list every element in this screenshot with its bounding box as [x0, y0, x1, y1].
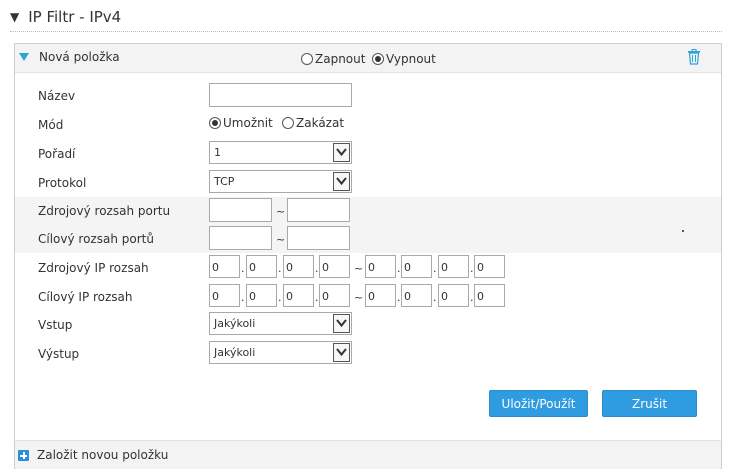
out-select[interactable]: Jakýkoli [209, 341, 352, 364]
dst-ip-end-octet-4[interactable]: 0 [474, 284, 505, 307]
expand-arrow-icon[interactable] [19, 53, 29, 61]
ip-dot: . [278, 262, 282, 275]
row-protocol: Protokol TCP [15, 169, 721, 197]
row-output-interface: Výstup Jakýkoli [15, 340, 721, 368]
range-tilde: ~ [354, 291, 364, 304]
section-divider [10, 31, 722, 32]
decorative-dot [682, 230, 684, 232]
protocol-value: TCP [214, 175, 235, 188]
row-input-interface: Vstup Jakýkoli [15, 311, 721, 339]
dst-ip-end-octet-2[interactable]: 0 [401, 284, 432, 307]
in-select[interactable]: Jakýkoli [209, 312, 352, 335]
ip-dot: . [433, 291, 437, 304]
src-port-label: Zdrojový rozsah portu [38, 204, 171, 218]
protocol-select[interactable]: TCP [209, 170, 352, 193]
range-tilde: ~ [276, 233, 286, 246]
plus-icon[interactable] [18, 450, 29, 461]
src-ip-end-octet-3[interactable]: 0 [438, 255, 469, 278]
ip-dot: . [433, 262, 437, 275]
mode-allow-option[interactable]: Umožnit [209, 116, 273, 130]
ip-dot: . [315, 291, 319, 304]
chevron-down-icon[interactable] [333, 314, 350, 333]
radio-enable-label: Zapnout [315, 52, 366, 66]
ip-dot: . [470, 262, 474, 275]
row-name: Název [15, 82, 721, 110]
section-header[interactable]: ▼ IP Filtr - IPv4 [10, 6, 121, 28]
src-ip-label: Zdrojový IP rozsah [38, 261, 149, 275]
row-src-ip: Zdrojový IP rozsah 0 . 0 . 0 . 0 ~ 0 . 0… [15, 254, 721, 282]
src-port-start-input[interactable] [209, 198, 272, 222]
dst-ip-end-octet-1[interactable]: 0 [365, 284, 396, 307]
entry-panel: Nová položka Zapnout Vypnout Název Mód U… [14, 43, 722, 469]
dst-ip-start-octet-3[interactable]: 0 [283, 284, 314, 307]
chevron-down-icon[interactable] [333, 343, 350, 362]
mode-allow-label: Umožnit [223, 116, 273, 130]
dst-port-end-input[interactable] [287, 226, 350, 250]
radio-disable-label: Vypnout [386, 52, 436, 66]
section-title: IP Filtr - IPv4 [28, 8, 122, 26]
out-label: Výstup [38, 347, 80, 361]
chevron-down-icon[interactable] [333, 172, 350, 191]
src-port-end-input[interactable] [287, 198, 350, 222]
panel-title: Nová položka [39, 50, 120, 64]
src-ip-start-octet-2[interactable]: 0 [246, 255, 277, 278]
save-apply-button[interactable]: Uložit/Použít [489, 390, 588, 417]
row-dst-port: Cílový rozsah portů ~ [15, 225, 721, 253]
name-input[interactable] [209, 83, 352, 107]
row-order: Pořadí 1 [15, 140, 721, 168]
dst-ip-start-octet-2[interactable]: 0 [246, 284, 277, 307]
collapse-triangle-icon[interactable]: ▼ [10, 10, 19, 24]
radio-enable[interactable]: Zapnout [301, 52, 365, 66]
mode-label: Mód [38, 118, 64, 132]
cancel-button[interactable]: Zrušit [602, 390, 697, 417]
ip-dot: . [278, 291, 282, 304]
dst-ip-start-octet-4[interactable]: 0 [319, 284, 350, 307]
dst-ip-label: Cílový IP rozsah [38, 290, 133, 304]
ip-dot: . [241, 291, 245, 304]
src-ip-end-octet-4[interactable]: 0 [474, 255, 505, 278]
row-dst-ip: Cílový IP rozsah 0 . 0 . 0 . 0 ~ 0 . 0 .… [15, 283, 721, 311]
mode-deny-radio[interactable] [282, 117, 294, 129]
src-ip-end-octet-1[interactable]: 0 [365, 255, 396, 278]
src-ip-start-octet-3[interactable]: 0 [283, 255, 314, 278]
range-tilde: ~ [276, 205, 286, 218]
add-entry-label[interactable]: Založit novou položku [37, 448, 168, 462]
mode-deny-option[interactable]: Zakázat [282, 116, 344, 130]
radio-enable-circle[interactable] [301, 53, 313, 65]
ip-dot: . [315, 262, 319, 275]
dst-port-start-input[interactable] [209, 226, 272, 250]
src-ip-end-octet-2[interactable]: 0 [401, 255, 432, 278]
add-entry-bar[interactable]: Založit novou položku [15, 440, 721, 469]
ip-dot: . [470, 291, 474, 304]
order-select[interactable]: 1 [209, 141, 352, 164]
radio-disable-circle[interactable] [372, 53, 384, 65]
trash-icon[interactable] [687, 49, 701, 65]
out-value: Jakýkoli [214, 346, 256, 359]
row-src-port: Zdrojový rozsah portu ~ [15, 197, 721, 225]
name-label: Název [38, 89, 76, 103]
order-label: Pořadí [38, 147, 76, 161]
src-ip-start-octet-4[interactable]: 0 [319, 255, 350, 278]
dst-port-label: Cílový rozsah portů [38, 232, 154, 246]
ip-dot: . [397, 291, 401, 304]
order-value: 1 [214, 146, 221, 159]
ip-dot: . [397, 262, 401, 275]
ip-dot: . [241, 262, 245, 275]
range-tilde: ~ [354, 262, 364, 275]
src-ip-start-octet-1[interactable]: 0 [209, 255, 240, 278]
dst-ip-start-octet-1[interactable]: 0 [209, 284, 240, 307]
in-label: Vstup [38, 318, 73, 332]
dst-ip-end-octet-3[interactable]: 0 [438, 284, 469, 307]
chevron-down-icon[interactable] [333, 143, 350, 162]
protocol-label: Protokol [38, 176, 87, 190]
row-mode: Mód Umožnit Zakázat [15, 111, 721, 139]
in-value: Jakýkoli [214, 317, 256, 330]
radio-disable[interactable]: Vypnout [372, 52, 436, 66]
mode-deny-label: Zakázat [296, 116, 345, 130]
mode-allow-radio[interactable] [209, 117, 221, 129]
panel-header: Nová položka Zapnout Vypnout [15, 44, 721, 73]
